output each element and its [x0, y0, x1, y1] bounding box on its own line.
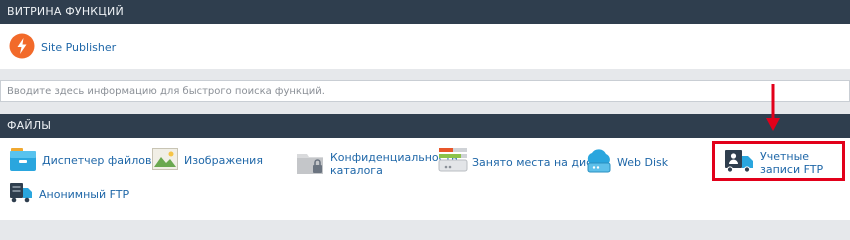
disk-usage-item[interactable]: Занято места на диске	[438, 146, 606, 179]
file-manager-label: Диспетчер файлов	[42, 154, 152, 167]
images-item[interactable]: Изображения	[152, 148, 263, 173]
file-manager-item[interactable]: Диспетчер файлов	[9, 146, 151, 175]
images-label: Изображения	[184, 154, 263, 167]
search-box	[0, 80, 850, 102]
images-icon	[152, 148, 178, 173]
annotation-highlight-box	[712, 141, 845, 181]
lightning-bolt-icon	[9, 33, 35, 62]
directory-privacy-item[interactable]: Конфиденциальность каталога	[296, 148, 458, 179]
featured-panel: ВИТРИНА ФУНКЦИЙ Site Publisher	[0, 0, 850, 69]
disk-usage-icon	[438, 146, 468, 179]
files-header: ФАЙЛЫ	[0, 114, 850, 138]
file-manager-icon	[9, 146, 37, 175]
web-disk-icon	[584, 148, 614, 177]
anonymous-ftp-label: Анонимный FTP	[39, 188, 130, 201]
site-publisher-item[interactable]: Site Publisher	[9, 33, 116, 62]
web-disk-label: Web Disk	[617, 156, 669, 169]
search-input[interactable]	[1, 81, 849, 101]
anonymous-ftp-icon	[9, 182, 33, 207]
annotation-arrow	[763, 84, 783, 137]
site-publisher-label: Site Publisher	[41, 41, 117, 54]
web-disk-item[interactable]: Web Disk	[584, 148, 668, 177]
folder-lock-icon	[296, 148, 326, 179]
featured-header: ВИТРИНА ФУНКЦИЙ	[0, 0, 850, 24]
anonymous-ftp-item[interactable]: Анонимный FTP	[9, 182, 129, 207]
